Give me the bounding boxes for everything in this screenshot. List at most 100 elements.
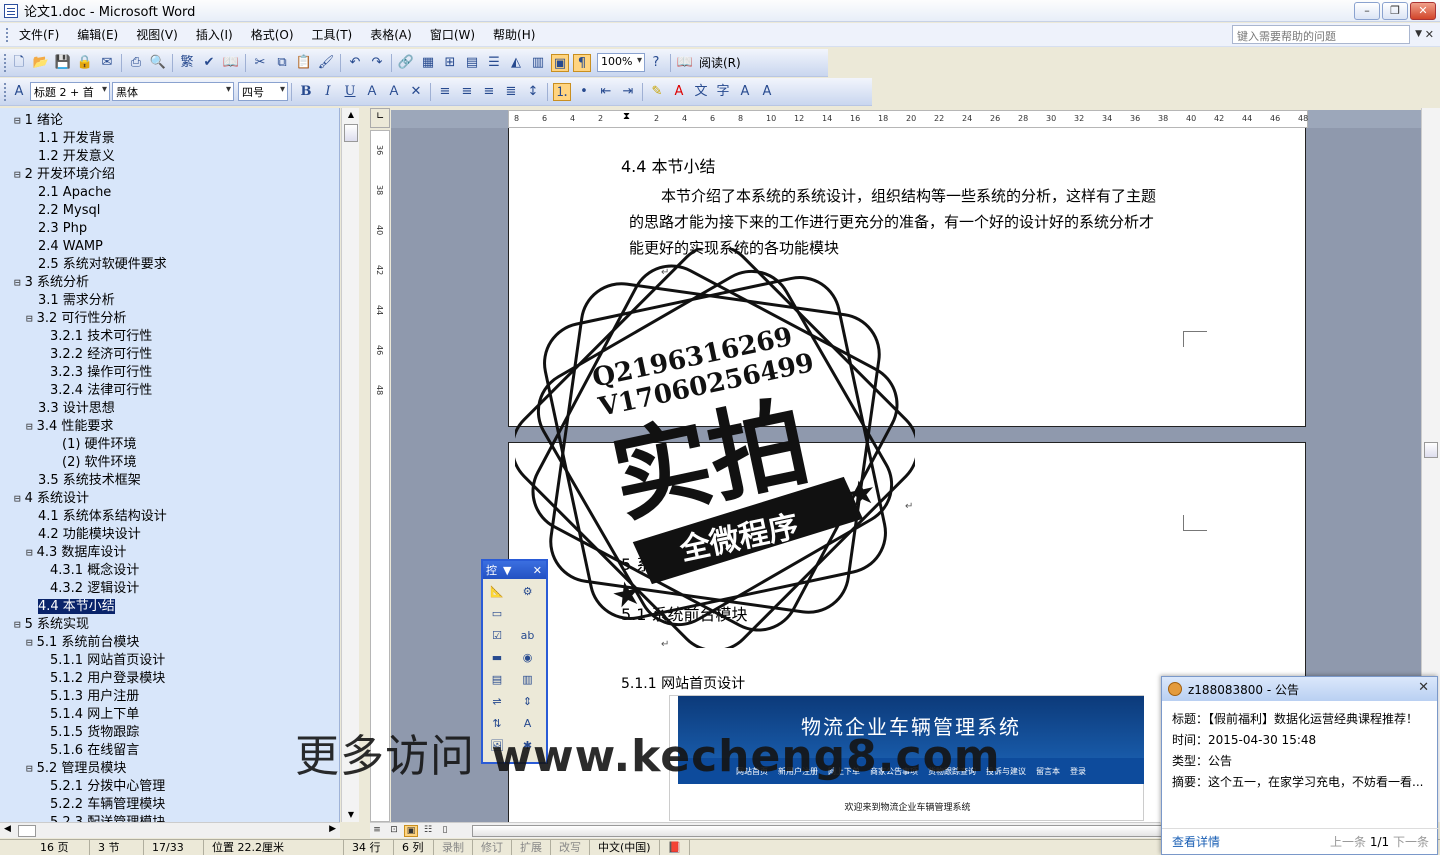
character-scaling-icon[interactable]: ✕ <box>407 83 425 101</box>
normal-view-icon[interactable]: ≡ <box>370 825 384 837</box>
drawing-icon[interactable]: ◭ <box>507 54 525 72</box>
line-spacing-icon[interactable]: ↕ <box>524 83 542 101</box>
paragraph-line[interactable]: 的思路才能为接下来的工作进行更充分的准备，有一个好的设计好的系统分析才 <box>629 209 1154 235</box>
document-map-item[interactable]: 3.2.1 技术可行性 <box>50 328 152 346</box>
spelling-status-icon[interactable]: 📕 <box>660 839 691 855</box>
scroll-thumb[interactable] <box>1424 442 1438 458</box>
next-item-button[interactable]: 下一条 <box>1393 835 1429 849</box>
maximize-button[interactable]: ❐ <box>1382 2 1408 20</box>
document-map-item[interactable]: 5.1.5 货物跟踪 <box>50 724 139 742</box>
paste-icon[interactable]: 📋 <box>295 54 313 72</box>
document-map-item[interactable]: ⊟ 3 系统分析 <box>14 274 89 292</box>
document-map-item[interactable]: 3.2.3 操作可行性 <box>50 364 152 382</box>
character-shading-icon[interactable]: Ａ <box>385 83 403 101</box>
numbering-icon[interactable]: ⒈ <box>553 82 571 101</box>
show-hide-icon[interactable]: ▣ <box>551 53 569 72</box>
web-view-icon[interactable]: ⊡ <box>387 825 401 837</box>
justify-icon[interactable]: ≣ <box>502 83 520 101</box>
document-map-item[interactable]: 5.1.2 用户登录模块 <box>50 670 165 688</box>
document-map-item[interactable]: 1.2 开发意义 <box>38 148 115 166</box>
close-icon[interactable]: ✕ <box>1418 680 1429 695</box>
email-icon[interactable]: ✉ <box>98 54 116 72</box>
enclose-characters-icon[interactable]: 字 <box>714 83 732 101</box>
print-layout-icon[interactable]: ▣ <box>404 824 418 837</box>
menu-help[interactable]: 帮助(H) <box>484 26 544 43</box>
decrease-indent-icon[interactable]: ⇤ <box>597 83 615 101</box>
help-search-input[interactable]: 键入需要帮助的问题 <box>1232 25 1410 44</box>
outline-view-icon[interactable]: ☷ <box>421 825 435 837</box>
increase-indent-icon[interactable]: ⇥ <box>619 83 637 101</box>
document-map-item[interactable]: 5.2.3 配送管理模块 <box>50 814 165 822</box>
cut-icon[interactable]: ✂ <box>251 54 269 72</box>
document-map-item[interactable]: (1) 硬件环境 <box>62 436 137 454</box>
document-map-item[interactable]: 4.2 功能模块设计 <box>38 526 141 544</box>
insert-table-icon[interactable]: ⊞ <box>441 54 459 72</box>
shrink-font-icon[interactable]: A <box>758 83 776 101</box>
grow-font-icon[interactable]: A <box>736 83 754 101</box>
document-map-item[interactable]: ⊟ 1 绪论 <box>14 112 63 130</box>
chevron-down-icon[interactable]: ▼ <box>1415 29 1422 39</box>
zoom-select[interactable]: 100% <box>597 53 645 72</box>
align-right-icon[interactable]: ≡ <box>480 83 498 101</box>
new-document-icon[interactable]: 🗋 <box>10 54 28 72</box>
horizontal-ruler[interactable]: 8 6 4 2 2 4 6 8 10 12 14 16 18 20 22 24 26 28 30 32 34 36 38 40… <box>508 110 1308 128</box>
permission-icon[interactable]: 🔒 <box>76 54 94 72</box>
view-details-link[interactable]: 查看详情 <box>1172 833 1220 850</box>
redo-icon[interactable]: ↷ <box>368 54 386 72</box>
collapse-toggle-icon[interactable]: ⊟ <box>14 168 21 181</box>
document-map-icon[interactable]: ▥ <box>529 54 547 72</box>
italic-icon[interactable]: I <box>319 83 337 101</box>
document-map-item[interactable]: 2.3 Php <box>38 220 87 238</box>
font-color-icon[interactable]: A <box>670 83 688 101</box>
menu-view[interactable]: 视图(V) <box>127 26 187 43</box>
help-icon[interactable]: ? <box>647 54 665 72</box>
document-map-item[interactable]: ⊟ 3.2 可行性分析 <box>26 310 126 328</box>
font-select[interactable]: 黑体 <box>112 82 234 101</box>
collapse-toggle-icon[interactable]: ⊟ <box>26 636 33 649</box>
close-icon[interactable]: ✕ <box>533 564 542 577</box>
document-map-item[interactable]: ⊟ 2 开发环境介绍 <box>14 166 115 184</box>
document-map-item[interactable]: 1.1 开发背景 <box>38 130 115 148</box>
menu-table[interactable]: 表格(A) <box>361 26 421 43</box>
document-map-item[interactable]: (2) 软件环境 <box>62 454 137 472</box>
document-map-item[interactable]: 4.4 本节小结 <box>38 598 115 616</box>
document-map-item[interactable]: 2.2 Mysql <box>38 202 100 220</box>
heading-5-1[interactable]: 5.1 系统前台模块 <box>621 601 748 625</box>
document-map-item[interactable]: 5.2.1 分拨中心管理 <box>50 778 165 796</box>
status-track[interactable]: 修订 <box>473 839 512 855</box>
chevron-down-icon[interactable]: ▼ <box>503 564 511 577</box>
minimize-button[interactable]: – <box>1354 2 1380 20</box>
design-mode-icon[interactable]: 📐 <box>486 583 508 601</box>
save-icon[interactable]: 💾 <box>54 54 72 72</box>
align-center-icon[interactable]: ≡ <box>458 83 476 101</box>
menu-format[interactable]: 格式(O) <box>242 26 303 43</box>
menu-insert[interactable]: 插入(I) <box>187 26 242 43</box>
print-icon[interactable]: ⎙ <box>127 54 145 72</box>
collapse-toggle-icon[interactable]: ⊟ <box>14 276 21 289</box>
close-button[interactable]: ✕ <box>1410 2 1436 20</box>
collapse-toggle-icon[interactable]: ⊟ <box>14 114 21 127</box>
checkbox-icon[interactable]: ☑ <box>486 627 508 645</box>
textbox-icon[interactable]: ab <box>517 627 539 645</box>
notification-popup[interactable]: z188083800 - 公告 ✕ 标题：【假前福利】数据化运营经典课程推荐！ … <box>1161 676 1439 855</box>
document-map-item[interactable]: 3.2.2 经济可行性 <box>50 346 152 364</box>
toggle-button-icon[interactable]: ⇌ <box>486 693 508 711</box>
heading-5[interactable]: 5 系 <box>621 551 652 575</box>
copy-icon[interactable]: ⧉ <box>273 54 291 72</box>
menu-tools[interactable]: 工具(T) <box>303 26 362 43</box>
traditional-chinese-icon[interactable]: 繁 <box>178 54 196 72</box>
columns-icon[interactable]: ☰ <box>485 54 503 72</box>
styles-icon[interactable]: A <box>10 83 28 101</box>
document-map-item[interactable]: 2.4 WAMP <box>38 238 103 256</box>
heading-5-1-1[interactable]: 5.1.1 网站首页设计 <box>621 673 745 693</box>
print-preview-icon[interactable]: 🔍 <box>149 54 167 72</box>
combobox-icon[interactable]: ▥ <box>517 671 539 689</box>
collapse-toggle-icon[interactable]: ⊟ <box>14 618 21 631</box>
command-button-icon[interactable]: ▬ <box>486 649 508 667</box>
document-map-scrollbar[interactable]: ▲ ▼ <box>341 108 359 822</box>
menu-edit[interactable]: 编辑(E) <box>68 26 127 43</box>
toolbar-grip[interactable] <box>4 82 8 101</box>
collapse-toggle-icon[interactable]: ⊟ <box>26 762 33 775</box>
toolbox-titlebar[interactable]: 控 ▼ ✕ <box>483 561 546 579</box>
paragraph-line[interactable]: 能更好的实现系统的各功能模块 <box>629 235 839 261</box>
